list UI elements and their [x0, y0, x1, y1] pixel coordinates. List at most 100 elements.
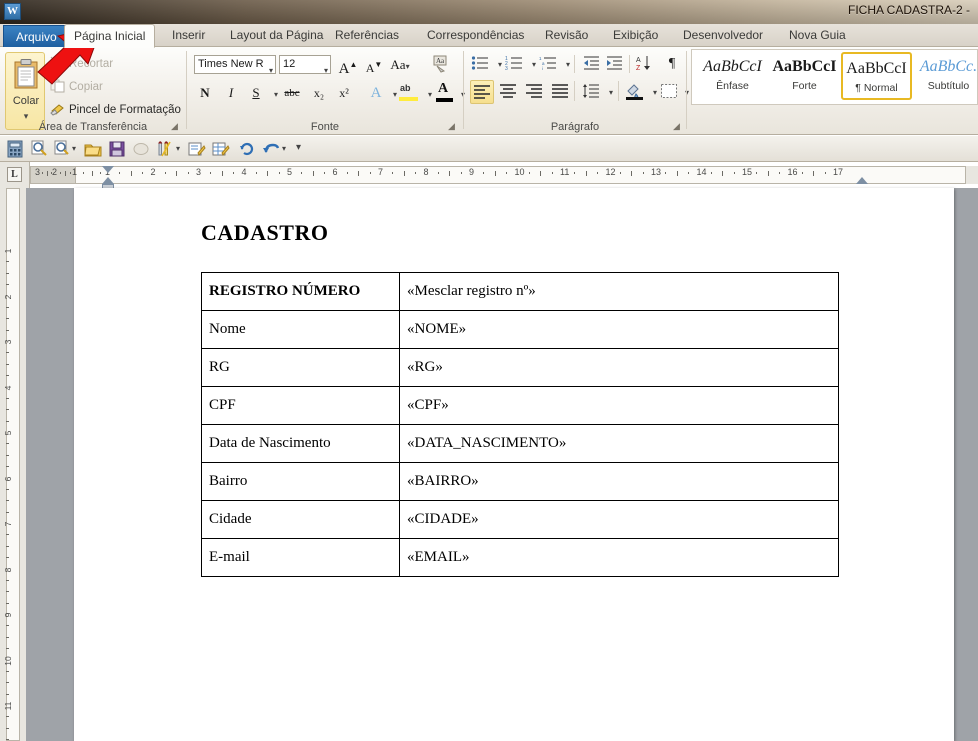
copy-button[interactable]: Copiar [50, 78, 103, 96]
multilevel-list-icon[interactable]: 1 a i [539, 55, 557, 71]
cadastro-table[interactable]: REGISTRO NÚMERO «Mesclar registro nº» Nome… [201, 272, 839, 577]
shading-icon[interactable] [625, 82, 644, 100]
tab-exibicao[interactable]: Exibição [604, 24, 667, 47]
strikethrough-button[interactable]: abc [279, 82, 305, 104]
align-left-button[interactable] [470, 80, 494, 104]
format-painter-button[interactable]: Pincel de Formatação [50, 101, 181, 119]
tab-pagina-inicial[interactable]: Página Inicial [64, 24, 156, 48]
chevron-down-icon[interactable]: ▾ [269, 62, 273, 73]
word-icon[interactable]: W [4, 3, 21, 20]
save-icon[interactable] [108, 140, 126, 158]
table-cell[interactable]: «EMAIL» [399, 538, 839, 577]
change-case-button[interactable]: Aa▾ [389, 54, 411, 76]
circle-icon[interactable] [132, 140, 150, 158]
table-cell[interactable]: REGISTRO NÚMERO [201, 272, 400, 311]
tab-revisao[interactable]: Revisão [536, 24, 597, 47]
decrease-indent-icon[interactable] [582, 55, 600, 71]
refresh-icon[interactable] [238, 140, 256, 158]
vertical-ruler[interactable]: 123456789101112 [0, 188, 26, 741]
multilevel-list-caret-icon[interactable]: ▾ [557, 55, 579, 71]
paragraph-dialog-launcher[interactable]: ◢ [671, 121, 682, 132]
right-indent-marker[interactable] [856, 177, 868, 184]
tools-icon[interactable] [156, 140, 174, 158]
table-row[interactable]: E-mail«EMAIL»Telefone«TELEFONE» [201, 538, 839, 577]
table-cell[interactable]: Data de Nascimento [201, 424, 400, 463]
tab-nova-guia[interactable]: Nova Guia [780, 24, 855, 47]
numbered-list-icon[interactable]: 1 2 3 [505, 55, 523, 71]
style-forte[interactable]: AaBbCcI Forte [769, 52, 840, 100]
print-preview-dropdown-icon[interactable] [54, 140, 72, 158]
cut-button[interactable]: Recortar [50, 55, 113, 73]
align-right-button[interactable] [522, 80, 546, 104]
sort-az-icon[interactable]: A Z [636, 54, 654, 72]
clear-formatting-icon[interactable]: Aa [432, 55, 452, 73]
tab-inserir[interactable]: Inserir [163, 24, 214, 47]
font-name-combobox[interactable]: Times New R ▾ [194, 55, 276, 74]
toolbar-overflow-icon[interactable]: ▾ [296, 142, 301, 153]
print-preview-icon[interactable] [30, 140, 48, 158]
table-row[interactable]: Data de Nascimento «DATA_NASCIMENTO» [201, 424, 839, 463]
edit-table-icon[interactable] [212, 140, 230, 158]
font-dialog-launcher[interactable]: ◢ [446, 121, 457, 132]
font-size-combobox[interactable]: 12 ▾ [279, 55, 331, 75]
table-cell[interactable]: CPF [201, 386, 400, 425]
tab-arquivo[interactable]: Arquivo [3, 25, 70, 47]
line-spacing-icon[interactable] [582, 83, 600, 100]
show-formatting-marks-button[interactable]: ¶ [661, 53, 683, 75]
clipboard-dialog-launcher[interactable]: ◢ [169, 121, 180, 132]
document-page[interactable]: CADASTRO REGISTRO NÚMERO «Mesclar registr… [74, 188, 954, 741]
table-cell[interactable]: Bairro [201, 462, 400, 501]
tab-layout-da-pagina[interactable]: Layout da Página [221, 24, 332, 47]
justify-button[interactable] [548, 80, 572, 104]
subscript-button[interactable]: x₂ [308, 82, 330, 104]
table-cell[interactable]: «CIDADE» [399, 500, 839, 539]
table-cell[interactable]: «RG» [399, 348, 839, 387]
chevron-down-icon[interactable]: ▾ [72, 144, 76, 153]
superscript-button[interactable]: x² [333, 82, 355, 104]
bullet-list-icon[interactable] [471, 55, 489, 71]
highlight-button[interactable]: ab [398, 82, 420, 104]
italic-button[interactable]: I [220, 82, 242, 104]
chevron-down-icon[interactable]: ▾ [324, 62, 328, 79]
hanging-indent-marker[interactable] [102, 177, 114, 184]
tab-referencias[interactable]: Referências [326, 24, 408, 47]
underline-button[interactable]: S [245, 82, 267, 104]
tab-stop-selector[interactable]: L [7, 167, 22, 182]
align-center-button[interactable] [496, 80, 520, 104]
document-body[interactable]: CADASTRO REGISTRO NÚMERO «Mesclar registr… [201, 220, 901, 577]
table-row[interactable]: Cidade«CIDADE»UF«UF» [201, 500, 839, 539]
table-cell[interactable]: Nome [201, 310, 400, 349]
calculator-icon[interactable] [6, 140, 24, 158]
document-canvas[interactable]: CADASTRO REGISTRO NÚMERO «Mesclar registr… [26, 188, 978, 741]
grow-font-button[interactable]: A▲ [337, 54, 359, 77]
tab-desenvolvedor[interactable]: Desenvolvedor [674, 24, 772, 47]
style-normal[interactable]: AaBbCcI ¶ Normal [841, 52, 912, 100]
bold-button[interactable]: N [194, 82, 216, 104]
table-cell[interactable]: «Mesclar registro nº» [399, 272, 839, 311]
table-row[interactable]: CPF «CPF» [201, 386, 839, 425]
table-row[interactable]: REGISTRO NÚMERO «Mesclar registro nº» [201, 272, 839, 311]
horizontal-ruler[interactable]: 3 2 1 1 2 3 4 5 6 7 8 9 10 11 12 13 14 15 16 17 [30, 166, 978, 189]
shrink-font-button[interactable]: A▼ [363, 54, 385, 76]
table-row[interactable]: Bairro «BAIRRO» [201, 462, 839, 501]
paste-button[interactable]: Colar ▾ [5, 52, 45, 130]
table-cell[interactable]: «NOME» [399, 310, 839, 349]
edit-note-icon[interactable] [188, 140, 206, 158]
table-cell[interactable]: «BAIRRO» [399, 462, 839, 501]
tab-correspondencias[interactable]: Correspondências [418, 24, 533, 47]
first-line-indent-marker[interactable] [102, 166, 114, 173]
chevron-down-icon[interactable]: ▾ [176, 144, 180, 153]
increase-indent-icon[interactable] [605, 55, 623, 71]
open-folder-icon[interactable] [84, 140, 102, 158]
table-cell[interactable]: Cidade [201, 500, 400, 539]
table-cell[interactable]: RG [201, 348, 400, 387]
undo-icon[interactable] [262, 140, 280, 158]
table-cell[interactable]: E-mail [201, 538, 400, 577]
table-row[interactable]: RG «RG» [201, 348, 839, 387]
table-cell[interactable]: «CPF» [399, 386, 839, 425]
style-enfase[interactable]: AaBbCcI Ênfase [697, 52, 768, 100]
style-subtitulo[interactable]: AaBbCc. Subtítulo [913, 52, 978, 100]
table-cell[interactable]: «DATA_NASCIMENTO» [399, 424, 839, 463]
table-row[interactable]: Nome «NOME» [201, 310, 839, 349]
chevron-down-icon[interactable]: ▾ [282, 144, 286, 153]
